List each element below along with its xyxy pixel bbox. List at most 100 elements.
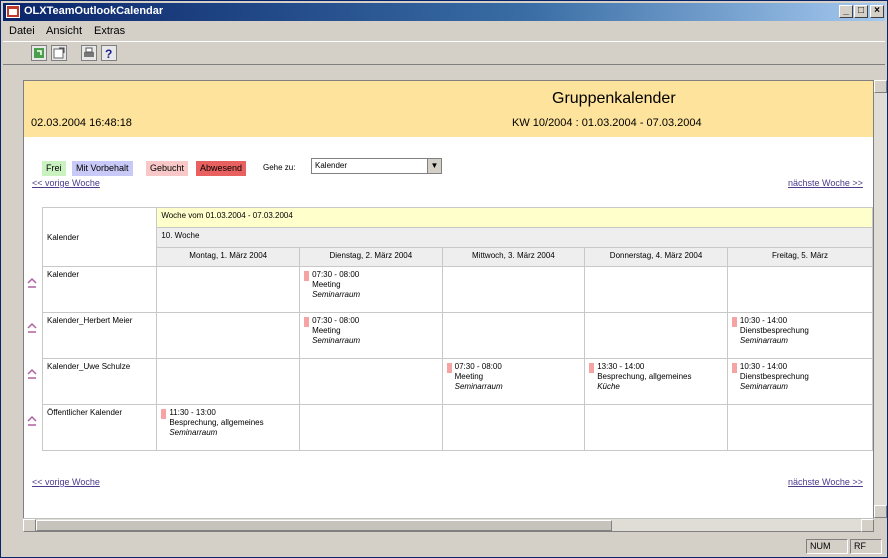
row-up-icon[interactable] bbox=[27, 322, 37, 334]
calendar-cell[interactable] bbox=[156, 312, 301, 359]
row-up-icon[interactable] bbox=[27, 415, 37, 427]
row-up-icon[interactable] bbox=[27, 277, 37, 289]
close-button[interactable]: × bbox=[870, 5, 884, 18]
resource-name[interactable]: Kalender bbox=[41, 266, 158, 313]
minimize-button[interactable]: _ bbox=[839, 5, 853, 18]
event-location: Seminarraum bbox=[312, 290, 361, 299]
calendar-cell[interactable] bbox=[156, 358, 301, 405]
event-time: 10:30 - 14:00 bbox=[739, 316, 788, 325]
calendar-cell[interactable]: 07:30 - 08:00 Meeting Seminarraum bbox=[299, 312, 443, 359]
resource-name[interactable]: Kalender_Uwe Schulze bbox=[41, 358, 158, 405]
calendar-cell[interactable] bbox=[726, 266, 873, 313]
goto-select[interactable]: Kalender ▼ bbox=[311, 158, 442, 174]
menu-extras[interactable]: Extras bbox=[94, 25, 125, 37]
prev-week-link-top[interactable]: << vorige Woche bbox=[32, 178, 100, 188]
prev-week-link-bottom[interactable]: << vorige Woche bbox=[32, 477, 100, 487]
calendar-event[interactable]: 10:30 - 14:00 Dienstbesprechung Seminarr… bbox=[731, 362, 868, 392]
current-datetime: 02.03.2004 16:48:18 bbox=[31, 117, 132, 129]
table-row: Kalender_Uwe Schulze 07:30 - 08:00 Meeti… bbox=[41, 358, 873, 405]
calendar-event[interactable]: 07:30 - 08:00 Meeting Seminarraum bbox=[304, 270, 438, 300]
scroll-down-icon[interactable] bbox=[874, 505, 887, 518]
calendar-cell[interactable] bbox=[441, 312, 586, 359]
svg-text:?: ? bbox=[105, 47, 112, 60]
menu-ansicht[interactable]: Ansicht bbox=[46, 25, 82, 37]
chevron-down-icon[interactable]: ▼ bbox=[427, 159, 441, 173]
calendar-cell[interactable] bbox=[299, 404, 443, 451]
event-subject: Meeting bbox=[312, 280, 341, 289]
event-time: 13:30 - 14:00 bbox=[597, 362, 645, 371]
scroll-right-icon[interactable] bbox=[861, 519, 874, 532]
event-status-marker bbox=[446, 363, 452, 373]
event-time: 07:30 - 08:00 bbox=[312, 316, 360, 325]
event-location: Seminarraum bbox=[169, 428, 218, 437]
event-status-marker bbox=[304, 271, 310, 281]
next-week-link-top[interactable]: nächste Woche >> bbox=[788, 178, 863, 188]
event-time: 07:30 - 08:00 bbox=[312, 270, 360, 279]
legend-abwesend: Abwesend bbox=[196, 161, 247, 176]
calendar-cell[interactable]: 10:30 - 14:00 Dienstbesprechung Seminarr… bbox=[726, 312, 873, 359]
application-window: OLXTeamOutlookCalendar _ □ × Datei Ansic… bbox=[0, 0, 888, 558]
header-band: 02.03.2004 16:48:18 Gruppenkalender KW 1… bbox=[24, 81, 873, 137]
horizontal-scroll-thumb[interactable] bbox=[36, 520, 612, 531]
day-header: Mittwoch, 3. März 2004 bbox=[441, 247, 586, 267]
day-header: Donnerstag, 4. März 2004 bbox=[584, 247, 728, 267]
calendar-cell[interactable] bbox=[584, 312, 728, 359]
scroll-up-icon[interactable] bbox=[874, 80, 887, 93]
calendar-cell[interactable] bbox=[726, 404, 873, 451]
resource-name[interactable]: Kalender_Herbert Meier bbox=[41, 312, 158, 359]
maximize-button[interactable]: □ bbox=[854, 5, 868, 18]
event-location: Seminarraum bbox=[312, 336, 361, 345]
event-status-marker bbox=[304, 317, 310, 327]
week-number-label: 10. Woche bbox=[156, 227, 873, 248]
calendar-event[interactable]: 07:30 - 08:00 Meeting Seminarraum bbox=[446, 362, 581, 392]
calendar-event[interactable]: 07:30 - 08:00 Meeting Seminarraum bbox=[304, 316, 438, 346]
column-header-kalender: Kalender bbox=[41, 207, 158, 267]
event-subject: Dienstbesprechung bbox=[739, 326, 809, 335]
table-row: Kalender 07:30 - 08:00 Meeting Seminarra… bbox=[41, 266, 873, 313]
calendar-event[interactable]: 13:30 - 14:00 Besprechung, allgemeines K… bbox=[589, 362, 723, 392]
calendar-cell[interactable]: 13:30 - 14:00 Besprechung, allgemeines K… bbox=[584, 358, 728, 405]
calendar-cell[interactable] bbox=[441, 266, 586, 313]
calendar-cell[interactable]: 07:30 - 08:00 Meeting Seminarraum bbox=[441, 358, 586, 405]
event-subject: Meeting bbox=[454, 372, 484, 381]
calendar-event[interactable]: 11:30 - 13:00 Besprechung, allgemeines S… bbox=[161, 408, 295, 438]
event-location: Küche bbox=[597, 382, 620, 391]
calendar-cell[interactable] bbox=[156, 266, 301, 313]
day-header: Montag, 1. März 2004 bbox=[156, 247, 301, 267]
print-icon[interactable] bbox=[81, 45, 97, 61]
calendar-cell[interactable] bbox=[584, 404, 728, 451]
event-subject: Besprechung, allgemeines bbox=[169, 418, 264, 427]
event-subject: Meeting bbox=[312, 326, 341, 335]
event-status-marker bbox=[731, 363, 737, 373]
calendar-cell[interactable]: 10:30 - 14:00 Dienstbesprechung Seminarr… bbox=[726, 358, 873, 405]
vertical-scrollbar[interactable] bbox=[874, 80, 887, 518]
week-range-label: Woche vom 01.03.2004 - 07.03.2004 bbox=[156, 207, 873, 228]
event-location: Seminarraum bbox=[739, 382, 788, 391]
event-status-marker bbox=[731, 317, 737, 327]
calendar-cell[interactable] bbox=[299, 358, 443, 405]
refresh-icon[interactable] bbox=[31, 45, 47, 61]
row-up-icon[interactable] bbox=[27, 368, 37, 380]
help-icon[interactable]: ? bbox=[101, 45, 117, 61]
export-icon[interactable] bbox=[51, 45, 67, 61]
horizontal-scrollbar[interactable] bbox=[23, 518, 874, 532]
status-bar: NUM RF bbox=[3, 537, 885, 556]
table-row: Öffentlicher Kalender 11:30 - 13:00 Besp… bbox=[41, 404, 873, 451]
toolbar: ? bbox=[3, 41, 885, 65]
status-num: NUM bbox=[806, 539, 848, 554]
title-bar[interactable]: OLXTeamOutlookCalendar _ □ × bbox=[3, 3, 885, 21]
event-time: 11:30 - 13:00 bbox=[169, 408, 216, 417]
resource-name[interactable]: Öffentlicher Kalender bbox=[41, 404, 158, 451]
scroll-left-icon[interactable] bbox=[23, 519, 36, 532]
next-week-link-bottom[interactable]: nächste Woche >> bbox=[788, 477, 863, 487]
calendar-cell[interactable]: 11:30 - 13:00 Besprechung, allgemeines S… bbox=[156, 404, 301, 451]
calendar-cell[interactable] bbox=[441, 404, 586, 451]
menu-datei[interactable]: Datei bbox=[9, 25, 35, 37]
calendar-cell[interactable] bbox=[584, 266, 728, 313]
day-header-row: Montag, 1. März 2004 Dienstag, 2. März 2… bbox=[43, 247, 873, 267]
calendar-cell[interactable]: 07:30 - 08:00 Meeting Seminarraum bbox=[299, 266, 443, 313]
goto-selected-value: Kalender bbox=[315, 161, 348, 170]
event-time: 07:30 - 08:00 bbox=[454, 362, 502, 371]
event-status-marker bbox=[161, 409, 167, 419]
calendar-event[interactable]: 10:30 - 14:00 Dienstbesprechung Seminarr… bbox=[731, 316, 868, 346]
